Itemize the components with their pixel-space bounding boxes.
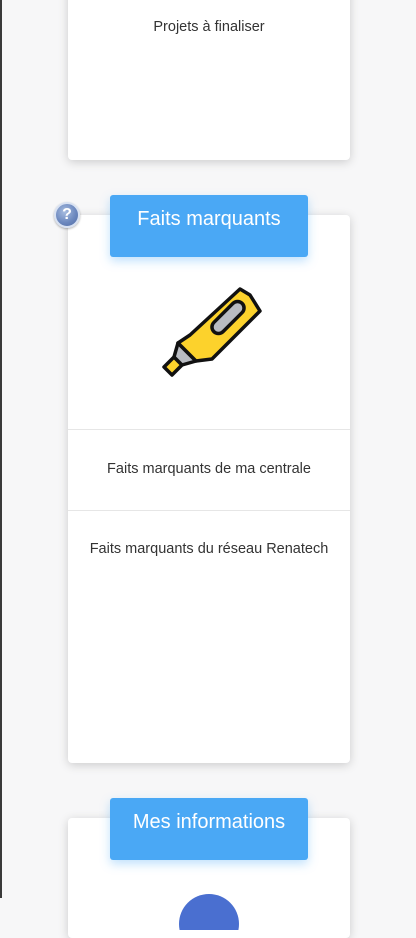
highlights-card: Faits marquants de ma centrale Faits mar… — [68, 215, 350, 763]
divider — [68, 510, 350, 511]
my-information-header-badge: Mes informations — [110, 798, 308, 860]
projects-to-finalize-link[interactable]: Projets à finaliser — [68, 19, 350, 35]
highlights-network-link[interactable]: Faits marquants du réseau Renatech — [68, 541, 350, 557]
divider — [68, 429, 350, 430]
help-icon[interactable]: ? — [54, 202, 80, 228]
highlighter-marker-icon — [162, 287, 262, 377]
user-avatar-icon — [179, 894, 239, 930]
left-edge-border — [0, 0, 2, 898]
highlights-my-center-link[interactable]: Faits marquants de ma centrale — [68, 461, 350, 477]
highlights-header-badge: Faits marquants — [110, 195, 308, 257]
projects-card: Projets à finaliser — [68, 0, 350, 160]
